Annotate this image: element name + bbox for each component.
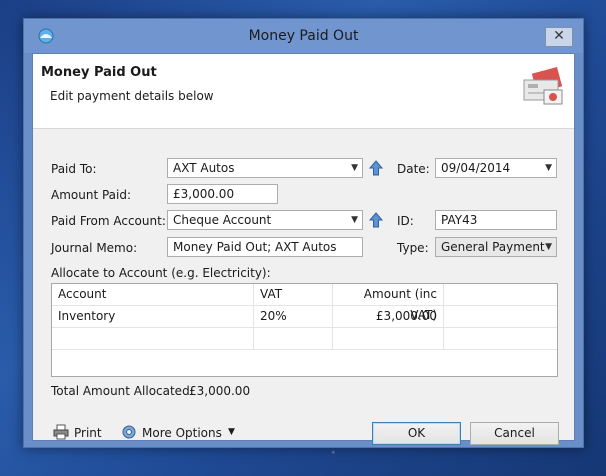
date-label: Date: (397, 162, 430, 176)
ok-button[interactable]: OK (372, 422, 461, 445)
paid-to-label: Paid To: (51, 162, 97, 176)
date-value: 09/04/2014 (441, 161, 511, 175)
up-arrow-icon[interactable] (369, 212, 383, 228)
chevron-down-icon: ▼ (545, 163, 552, 173)
print-label: Print (74, 426, 102, 440)
dialog-body: Money Paid Out Edit payment details belo… (32, 53, 575, 445)
cancel-button[interactable]: Cancel (470, 422, 559, 445)
dialog-window: Money Paid Out ✕ Money Paid Out Edit pay… (23, 18, 584, 448)
chevron-down-icon: ▼ (351, 163, 358, 173)
allocation-grid[interactable]: Account VAT Amount (inc VAT) Inventory 2… (51, 283, 558, 377)
more-options-label: More Options (142, 426, 222, 440)
amount-paid-input[interactable]: £3,000.00 (167, 184, 278, 204)
type-dropdown[interactable]: General Payment ▼ (435, 237, 557, 257)
total-allocated-label: Total Amount Allocated: (51, 384, 194, 398)
header-title: Money Paid Out (41, 65, 157, 80)
allocate-label: Allocate to Account (e.g. Electricity): (51, 266, 271, 280)
column-header-account[interactable]: Account (52, 284, 254, 305)
column-header-amount[interactable]: Amount (inc VAT) (333, 284, 444, 322)
table-row[interactable]: Inventory 20% £3,000.00 (52, 306, 557, 328)
paid-from-account-label: Paid From Account: (51, 214, 166, 228)
empty-cell[interactable] (333, 328, 444, 349)
chevron-down-icon: ▼ (228, 427, 235, 437)
close-icon: ✕ (553, 28, 565, 44)
gear-icon (122, 425, 136, 439)
total-allocated-value: £3,000.00 (189, 384, 251, 398)
paid-from-account-dropdown[interactable]: Cheque Account ▼ (167, 210, 363, 230)
title-bar[interactable]: Money Paid Out ✕ (24, 19, 583, 53)
up-arrow-icon[interactable] (369, 160, 383, 176)
dialog-header: Money Paid Out Edit payment details belo… (33, 54, 574, 129)
paid-to-dropdown[interactable]: AXT Autos ▼ (167, 158, 363, 178)
chevron-down-icon: ▼ (351, 215, 358, 225)
row-amount[interactable]: £3,000.00 (333, 306, 444, 327)
journal-memo-input[interactable]: Money Paid Out; AXT Autos (167, 237, 363, 257)
id-input[interactable]: PAY43 (435, 210, 557, 230)
row-account[interactable]: Inventory (52, 306, 254, 327)
chevron-down-icon: ▼ (545, 242, 552, 252)
column-header-empty (444, 284, 557, 305)
paid-from-account-value: Cheque Account (173, 213, 272, 227)
amount-paid-label: Amount Paid: (51, 188, 132, 202)
header-subtitle: Edit payment details below (50, 89, 214, 103)
grid-header-row: Account VAT Amount (inc VAT) (52, 284, 557, 322)
table-row-empty[interactable] (52, 328, 557, 350)
row-empty-cell[interactable] (444, 306, 557, 327)
type-label: Type: (397, 241, 429, 255)
type-value: General Payment (441, 240, 545, 254)
journal-memo-label: Journal Memo: (51, 241, 138, 255)
empty-cell[interactable] (444, 328, 557, 349)
window-title: Money Paid Out (248, 28, 359, 44)
printer-icon (53, 424, 69, 440)
date-picker[interactable]: 09/04/2014 ▼ (435, 158, 557, 178)
id-label: ID: (397, 214, 414, 228)
cheque-payment-icon (523, 66, 563, 105)
paid-to-value: AXT Autos (173, 161, 235, 175)
row-vat[interactable]: 20% (254, 306, 333, 327)
empty-cell[interactable] (254, 328, 333, 349)
close-button[interactable]: ✕ (545, 27, 573, 47)
column-header-vat[interactable]: VAT (254, 284, 333, 305)
empty-cell[interactable] (52, 328, 254, 349)
